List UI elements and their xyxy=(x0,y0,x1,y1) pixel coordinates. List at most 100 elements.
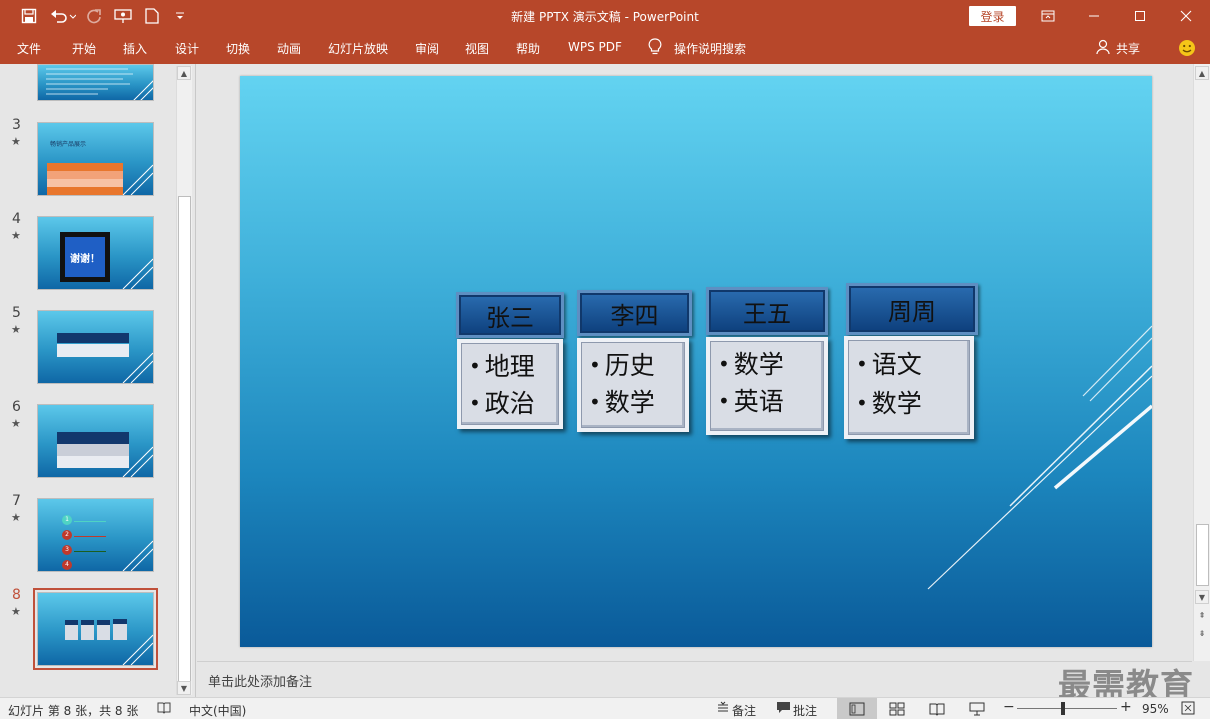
slide-sorter-icon[interactable] xyxy=(877,698,917,719)
slide-thumbnail-2[interactable] xyxy=(37,64,154,101)
spelling-check-icon[interactable] xyxy=(157,701,171,718)
animation-star-icon: ★ xyxy=(11,605,21,618)
tab-home[interactable]: 开始 xyxy=(72,40,96,57)
ribbon-display-options-icon[interactable] xyxy=(1025,0,1071,32)
thumbnail-line xyxy=(74,536,106,537)
comments-icon[interactable] xyxy=(776,701,791,718)
animation-star-icon: ★ xyxy=(11,417,21,430)
thumbnail-line xyxy=(74,551,106,552)
zoom-out-icon[interactable]: − xyxy=(1003,699,1015,715)
thumbnail-number: 3 xyxy=(12,117,21,133)
scrollbar-thumb[interactable] xyxy=(178,196,191,682)
card-body-lisi[interactable]: 历史 数学 xyxy=(577,338,689,432)
thumbnail-card xyxy=(81,620,94,640)
scroll-down-icon[interactable]: ▼ xyxy=(177,681,191,695)
scroll-up-icon[interactable]: ▲ xyxy=(1195,66,1209,80)
zoom-in-icon[interactable]: + xyxy=(1120,699,1132,715)
scrollbar-thumb[interactable] xyxy=(1196,524,1209,586)
reading-view-icon[interactable] xyxy=(917,698,957,719)
notes-toggle-button[interactable]: 备注 xyxy=(732,702,756,719)
card-list-item: 数学 xyxy=(589,385,679,422)
tab-file[interactable]: 文件 xyxy=(17,40,41,57)
normal-view-icon[interactable] xyxy=(837,698,877,719)
zoom-level[interactable]: 95% xyxy=(1142,702,1169,716)
next-slide-icon[interactable]: ⇟ xyxy=(1195,626,1209,640)
slide-thumbnail-6[interactable] xyxy=(37,404,154,478)
title-bar: 新建 PPTX 演示文稿 - PowerPoint 登录 xyxy=(0,0,1210,32)
language-indicator[interactable]: 中文(中国) xyxy=(189,702,246,719)
thumbnail-table-row xyxy=(47,187,123,195)
card-list-item: 政治 xyxy=(469,386,553,423)
undo-icon[interactable] xyxy=(48,0,78,32)
previous-slide-icon[interactable]: ⇞ xyxy=(1195,608,1209,622)
thumbnail-line xyxy=(74,521,106,522)
comments-toggle-button[interactable]: 批注 xyxy=(793,702,817,719)
slide-thumbnail-5[interactable] xyxy=(37,310,154,384)
thumbnail-step: 3 xyxy=(62,545,72,555)
card-list-item: 数学 xyxy=(718,347,818,384)
tab-slideshow[interactable]: 幻灯片放映 xyxy=(328,40,388,57)
slide-thumbnail-8[interactable] xyxy=(33,588,158,670)
animation-star-icon: ★ xyxy=(11,323,21,336)
new-document-icon[interactable] xyxy=(142,0,162,32)
notes-pane[interactable]: 单击此处添加备注 xyxy=(197,661,1192,697)
tab-help[interactable]: 帮助 xyxy=(516,40,540,57)
thumbnail-table-row xyxy=(47,171,123,179)
close-icon[interactable] xyxy=(1163,0,1209,32)
slideshow-view-icon[interactable] xyxy=(957,698,997,719)
scroll-down-icon[interactable]: ▼ xyxy=(1195,590,1209,604)
tab-wps-pdf[interactable]: WPS PDF xyxy=(568,40,622,54)
notes-icon[interactable] xyxy=(716,701,730,718)
thumbnail-step: 1 xyxy=(62,515,72,525)
card-list-item: 地理 xyxy=(469,349,553,386)
maximize-icon[interactable] xyxy=(1117,0,1163,32)
card-title-zhangsan[interactable]: 张三 xyxy=(456,292,564,338)
slide-thumbnail-panel: 3 ★ 畅销产品展示 4 ★ 谢谢！ 5 ★ 6 ★ 7 ★ 1 2 3 4 8… xyxy=(0,64,196,697)
customize-quick-access-icon[interactable] xyxy=(172,0,188,32)
login-button[interactable]: 登录 xyxy=(969,6,1016,26)
card-title-zhouzhou[interactable]: 周周 xyxy=(846,283,978,335)
thumbnail-number: 4 xyxy=(12,211,21,227)
share-button[interactable]: 共享 xyxy=(1116,40,1140,57)
card-body-zhangsan[interactable]: 地理 政治 xyxy=(457,339,563,429)
slide-thumbnail-7[interactable]: 1 2 3 4 xyxy=(37,498,154,572)
tab-insert[interactable]: 插入 xyxy=(123,40,147,57)
tab-animations[interactable]: 动画 xyxy=(277,40,301,57)
start-slideshow-icon[interactable] xyxy=(112,0,134,32)
redo-icon[interactable] xyxy=(84,0,104,32)
current-slide[interactable]: 张三 地理 政治 李四 历史 数学 王五 数学 英语 周周 语文 数学 xyxy=(240,76,1152,647)
card-list-item: 英语 xyxy=(718,384,818,421)
smiley-feedback-icon[interactable] xyxy=(1178,39,1196,60)
card-title-wangwu[interactable]: 王五 xyxy=(706,287,828,335)
zoom-slider[interactable] xyxy=(1017,708,1117,709)
zoom-slider-handle[interactable] xyxy=(1061,702,1065,715)
card-list-item: 数学 xyxy=(856,385,964,424)
status-bar: 幻灯片 第 8 张，共 8 张 中文(中国) 备注 批注 − + 95% xyxy=(0,697,1210,719)
tab-review[interactable]: 审阅 xyxy=(415,40,439,57)
card-body-wangwu[interactable]: 数学 英语 xyxy=(706,337,828,435)
thumbnail-number: 5 xyxy=(12,305,21,321)
thumbnail-scrollbar[interactable]: ▲ ▼ xyxy=(176,66,192,695)
notes-placeholder[interactable]: 单击此处添加备注 xyxy=(208,671,312,690)
slide-thumbnail-3[interactable]: 畅销产品展示 xyxy=(37,122,154,196)
animation-star-icon: ★ xyxy=(11,135,21,148)
tab-transitions[interactable]: 切换 xyxy=(226,40,250,57)
tab-design[interactable]: 设计 xyxy=(175,40,199,57)
slide-scrollbar[interactable]: ▲ ▼ ⇞ ⇟ xyxy=(1193,64,1210,661)
thumbnail-table-row xyxy=(47,179,123,187)
slide-thumbnail-4[interactable]: 谢谢！ xyxy=(37,216,154,290)
share-person-icon[interactable] xyxy=(1096,39,1110,58)
minimize-icon[interactable] xyxy=(1071,0,1117,32)
save-icon[interactable] xyxy=(18,0,40,32)
scroll-up-icon[interactable]: ▲ xyxy=(177,66,191,80)
animation-star-icon: ★ xyxy=(11,511,21,524)
slide-count: 幻灯片 第 8 张，共 8 张 xyxy=(8,704,139,718)
card-title-lisi[interactable]: 李四 xyxy=(577,290,692,336)
thumbnail-number: 6 xyxy=(12,399,21,415)
card-body-zhouzhou[interactable]: 语文 数学 xyxy=(844,336,974,439)
thumbnail-card xyxy=(65,620,78,640)
animation-star-icon: ★ xyxy=(11,229,21,242)
tell-me-search[interactable]: 操作说明搜索 xyxy=(674,40,746,57)
fit-to-window-icon[interactable] xyxy=(1181,701,1195,718)
tab-view[interactable]: 视图 xyxy=(465,40,489,57)
